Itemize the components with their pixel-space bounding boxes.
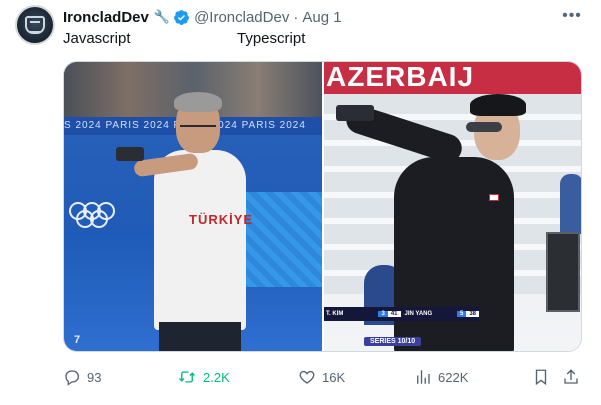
shooter-jacket <box>394 157 514 351</box>
azerbaijan-banner-text: AZERBAIJ <box>326 62 475 92</box>
corner-number: 7 <box>74 334 81 346</box>
share-icon <box>564 369 578 384</box>
reply-icon <box>65 370 80 386</box>
scoreboard-left-rank: 3 <box>378 311 388 317</box>
pistol-icon <box>336 105 374 121</box>
shooter-shirt <box>154 150 246 330</box>
author-display-name[interactable]: IroncladDev <box>63 9 149 26</box>
pistol-icon <box>116 147 144 161</box>
scoreboard-left-score: 41 <box>387 311 401 317</box>
separator-dot: · <box>293 8 299 26</box>
share-button[interactable] <box>562 367 580 387</box>
views-button[interactable]: 622K <box>414 367 468 387</box>
retweet-count: 2.2K <box>203 369 230 385</box>
view-count: 622K <box>438 369 469 385</box>
caption-left: Javascript <box>63 30 131 47</box>
scoreboard-right-score: 38 <box>466 311 479 317</box>
shooter-glasses <box>180 119 216 127</box>
monitor <box>546 232 580 312</box>
reply-button[interactable]: 93 <box>63 367 101 387</box>
bookmark-icon <box>535 369 547 386</box>
flag-patch-icon <box>489 194 499 201</box>
wrench-icon: 🔧 <box>153 9 171 24</box>
shooter-hair <box>174 92 222 112</box>
tweet[interactable]: IroncladDev 🔧 @IroncladDev · Aug 1 ••• J… <box>0 0 601 405</box>
avatar[interactable] <box>15 5 55 45</box>
shooter-glasses <box>466 122 502 132</box>
reply-count: 93 <box>87 369 102 385</box>
caption-right: Typescript <box>237 30 306 47</box>
like-button[interactable]: 16K <box>298 367 345 387</box>
avatar-emblem-icon <box>25 16 45 34</box>
shooter-pants <box>159 322 241 351</box>
bookmark-button[interactable] <box>533 367 549 387</box>
scoreboard: T. KIM 3 41 JIN YANG 5 38 <box>324 307 479 321</box>
scoreboard-left-name: T. KIM <box>326 311 344 317</box>
olympic-rings-icon <box>69 202 121 228</box>
author-handle[interactable]: @IroncladDev <box>194 9 289 26</box>
more-options-icon[interactable]: ••• <box>562 6 582 26</box>
spectator <box>560 174 581 234</box>
shooter-cap <box>470 94 526 116</box>
media-grid[interactable]: S 2024 PARIS 2024 PARIS 2024 PARIS 2024 … <box>63 61 582 352</box>
tweet-date[interactable]: Aug 1 <box>302 9 341 26</box>
media-image-right[interactable]: AZERBAIJ T. KIM 3 41 JIN YANG 5 38 SERIE… <box>324 62 581 351</box>
media-image-left[interactable]: S 2024 PARIS 2024 PARIS 2024 PARIS 2024 … <box>64 62 322 351</box>
retweet-icon <box>179 371 195 383</box>
shirt-text: TÜRKİYE <box>189 212 254 227</box>
verified-badge-icon <box>174 9 189 25</box>
series-label: SERIES 10/10 <box>364 337 422 346</box>
scoreboard-right-rank: 5 <box>456 311 467 317</box>
retweet-button[interactable]: 2.2K <box>177 367 230 387</box>
views-chart-icon <box>417 370 430 384</box>
heart-icon <box>299 370 315 384</box>
like-count: 16K <box>322 369 346 385</box>
tweet-header: IroncladDev 🔧 @IroncladDev · Aug 1 <box>63 7 342 27</box>
scoreboard-right-name: JIN YANG <box>404 311 433 317</box>
